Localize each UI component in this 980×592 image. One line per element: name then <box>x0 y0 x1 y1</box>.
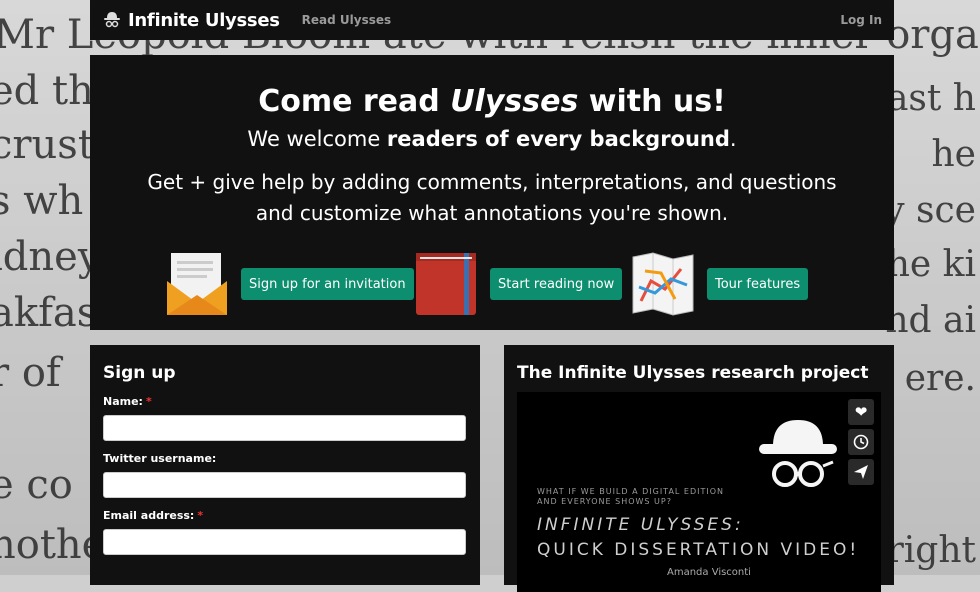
top-navbar: Infinite Ulysses Read Ulysses Log In <box>90 0 894 40</box>
send-icon[interactable] <box>848 459 874 485</box>
video-title-line1: INFINITE ULYSSES: <box>537 515 744 535</box>
brand-link[interactable]: Infinite Ulysses <box>102 10 280 31</box>
nav-read-ulysses[interactable]: Read Ulysses <box>302 13 392 27</box>
envelope-icon <box>167 253 227 315</box>
signup-panel: Sign up Name: * Twitter username: Email a… <box>90 345 480 585</box>
hero-welcome-bold: readers of every background <box>386 127 730 151</box>
heart-icon[interactable]: ❤ <box>848 399 874 425</box>
required-mark: * <box>197 509 204 522</box>
bg-text-line: e co <box>0 462 73 508</box>
hero-description: Get + give help by adding comments, inte… <box>90 167 894 229</box>
bg-text-line: y sce <box>884 190 976 231</box>
bg-text-line: he <box>931 134 977 175</box>
signup-invitation-button[interactable]: Sign up for an invitation <box>241 268 414 300</box>
nav-login[interactable]: Log In <box>840 13 882 27</box>
hero-description-line2: and customize what annotations you're sh… <box>255 201 729 225</box>
cta-tour-group: Tour features <box>631 251 809 317</box>
map-icon <box>632 252 694 316</box>
bg-text-line: s wh <box>0 178 84 224</box>
bg-text-line: akfas <box>0 290 98 336</box>
video-subtitle-line1: WHAT IF WE BUILD A DIGITAL EDITION <box>537 487 725 496</box>
hero-title-suffix: with us! <box>578 84 726 119</box>
clock-icon[interactable] <box>848 429 874 455</box>
video-subtitle-line2: AND EVERYONE SHOWS UP? <box>537 497 672 506</box>
hero-description-line1: Get + give help by adding comments, inte… <box>147 170 837 194</box>
bg-text-line: r of <box>0 350 61 396</box>
hero-panel: Come read Ulysses with us! We welcome re… <box>90 55 894 330</box>
start-reading-button[interactable]: Start reading now <box>490 268 623 300</box>
bg-text-line: idney <box>0 234 101 280</box>
bg-text-line: ed th <box>0 68 94 114</box>
video-player[interactable]: ❤ WHAT IF WE BUILD A DIGITAL EDITION AND… <box>517 392 881 592</box>
tour-features-button[interactable]: Tour features <box>707 268 809 300</box>
name-label-text: Name: <box>103 395 143 408</box>
hero-title-emphasis: Ulysses <box>450 84 579 119</box>
hero-title-prefix: Come read <box>258 84 451 119</box>
twitter-label: Twitter username: <box>103 452 217 465</box>
video-title-line2: QUICK DISSERTATION VIDEO! <box>537 540 860 560</box>
video-author: Amanda Visconti <box>667 567 751 578</box>
bg-text-line: ere. <box>904 358 976 399</box>
video-subtitle: WHAT IF WE BUILD A DIGITAL EDITION AND E… <box>537 487 724 507</box>
cta-read-group: Start reading now <box>414 251 623 317</box>
cta-row: Sign up for an invitation Start reading … <box>90 251 894 321</box>
twitter-username-field[interactable] <box>103 472 466 498</box>
bg-text-line: nd ai <box>885 300 976 341</box>
name-label: Name: * <box>103 395 480 408</box>
hero-title: Come read Ulysses with us! <box>90 83 894 121</box>
hero-welcome-prefix: We welcome <box>247 127 387 151</box>
email-label: Email address: * <box>103 509 480 522</box>
book-icon <box>416 253 476 315</box>
hero-welcome-suffix: . <box>729 127 737 151</box>
name-field[interactable] <box>103 415 466 441</box>
spy-hat-logo-icon <box>104 12 120 28</box>
research-title: The Infinite Ulysses research project <box>517 363 869 383</box>
hero-welcome: We welcome readers of every background. <box>90 125 894 153</box>
research-panel: The Infinite Ulysses research project ❤ … <box>504 345 894 592</box>
signup-title: Sign up <box>103 363 176 383</box>
required-mark: * <box>145 395 152 408</box>
cta-signup-group: Sign up for an invitation <box>165 251 414 317</box>
bg-text-line: he ki <box>886 244 976 285</box>
spy-hat-icon <box>759 420 837 487</box>
email-label-text: Email address: <box>103 509 195 522</box>
email-field[interactable] <box>103 529 466 555</box>
bg-text-line: right <box>886 530 976 571</box>
brand-name: Infinite Ulysses <box>128 9 280 31</box>
